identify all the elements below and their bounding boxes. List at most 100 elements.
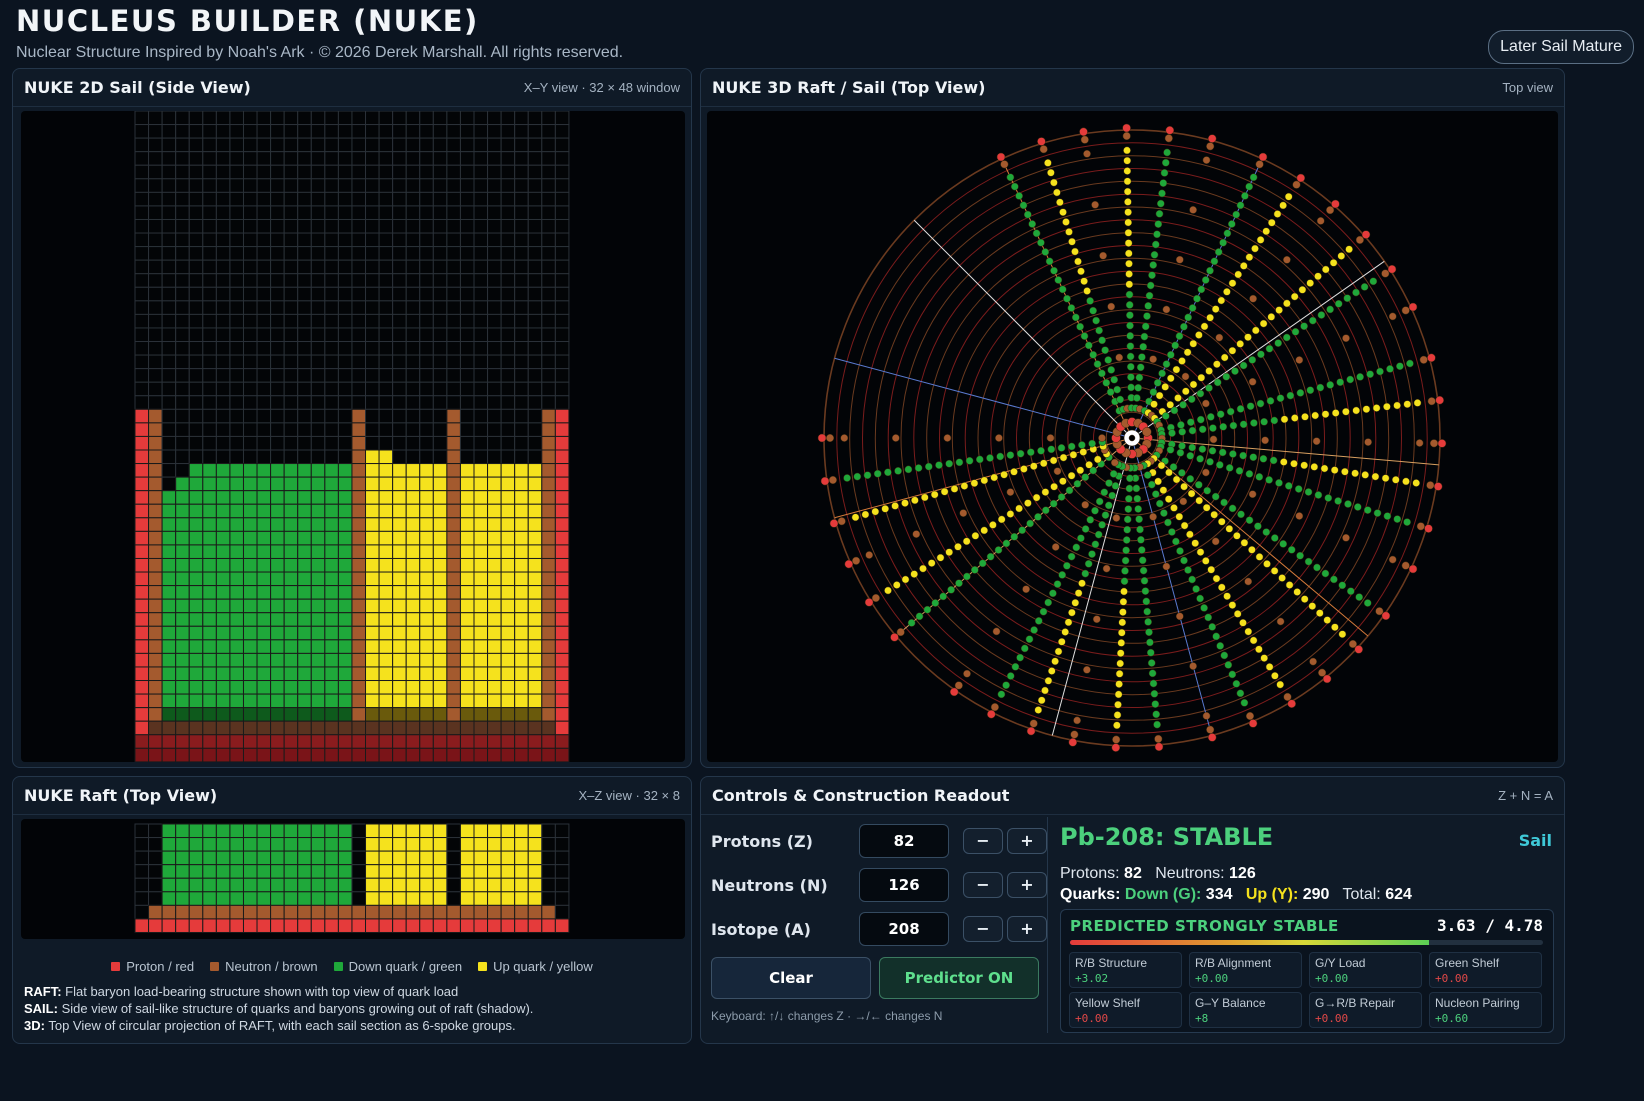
side-cell bbox=[188, 517, 204, 532]
side-cell bbox=[148, 259, 163, 275]
side-cell bbox=[310, 693, 326, 709]
side-cell bbox=[134, 368, 150, 383]
raft-cell bbox=[202, 837, 217, 852]
quark-dot bbox=[1124, 218, 1133, 227]
side-cell bbox=[419, 246, 434, 261]
isotope-increment-button[interactable]: + bbox=[1007, 916, 1047, 942]
side-cell bbox=[310, 327, 326, 343]
side-cell bbox=[229, 693, 244, 709]
side-cell bbox=[459, 476, 475, 492]
side-cell bbox=[310, 544, 326, 559]
side-cell bbox=[134, 463, 150, 478]
neutrons-increment-button[interactable]: + bbox=[1007, 872, 1047, 898]
side-cell bbox=[405, 259, 421, 275]
side-cell bbox=[473, 476, 489, 492]
side-cell bbox=[351, 422, 367, 437]
neutrons-input[interactable] bbox=[859, 868, 949, 902]
raft-cell bbox=[242, 891, 258, 906]
raft-canvas[interactable] bbox=[21, 819, 685, 939]
protons-input[interactable] bbox=[859, 824, 949, 858]
quark-dot bbox=[1228, 504, 1237, 513]
side-cell bbox=[310, 449, 326, 465]
predictor-toggle-button[interactable]: Predictor ON bbox=[879, 957, 1039, 999]
quark-dot bbox=[1126, 362, 1135, 371]
side-cell bbox=[202, 557, 217, 573]
quark-dot bbox=[912, 530, 921, 538]
quark-dot bbox=[1054, 647, 1063, 656]
quarks-label: Quarks: bbox=[1060, 886, 1121, 903]
quark-dot bbox=[1406, 359, 1414, 368]
quark-dot bbox=[1183, 348, 1192, 357]
side-cell bbox=[283, 734, 299, 749]
quark-dot bbox=[1106, 388, 1115, 396]
quark-dot bbox=[1187, 395, 1196, 404]
raft-cell bbox=[175, 891, 190, 906]
raft-cell bbox=[310, 891, 326, 906]
quark-dot bbox=[1049, 589, 1057, 598]
side-cell bbox=[554, 490, 570, 505]
top-3d-canvas[interactable] bbox=[707, 111, 1558, 762]
side-cell bbox=[527, 449, 543, 465]
raft-cell bbox=[541, 864, 556, 879]
neutron-dot bbox=[825, 433, 835, 443]
side-cell bbox=[378, 734, 394, 749]
side-cell bbox=[446, 408, 461, 424]
side-cell bbox=[554, 191, 570, 207]
quark-dot bbox=[1172, 475, 1181, 484]
side-cell bbox=[229, 449, 244, 465]
side-cell bbox=[473, 490, 489, 505]
side-cell bbox=[500, 178, 516, 193]
side-cell bbox=[405, 151, 421, 166]
legend: Proton / red Neutron / brown Down quark … bbox=[13, 959, 691, 974]
side-cell bbox=[554, 557, 570, 573]
isotope-decrement-button[interactable]: − bbox=[963, 916, 1003, 942]
side-cell bbox=[310, 273, 326, 288]
raft-cell bbox=[337, 891, 353, 906]
mode-button[interactable]: Later Sail Mature bbox=[1488, 30, 1634, 64]
side-cell bbox=[500, 151, 516, 166]
quark-dot bbox=[1236, 340, 1245, 348]
quark-dot bbox=[1047, 445, 1056, 454]
isotope-input[interactable] bbox=[859, 912, 949, 946]
quark-dot bbox=[1120, 577, 1129, 586]
quark-dot bbox=[1196, 415, 1205, 424]
quark-dot bbox=[1376, 367, 1384, 376]
quark-dot bbox=[1077, 267, 1085, 276]
side-cell bbox=[405, 313, 421, 329]
side-cell bbox=[392, 585, 407, 600]
side-cell bbox=[175, 693, 190, 709]
side-cell bbox=[473, 354, 489, 370]
neutrons-decrement-button[interactable]: − bbox=[963, 872, 1003, 898]
side-cell bbox=[432, 598, 448, 614]
side-cell bbox=[188, 720, 204, 736]
side-cell bbox=[541, 720, 556, 736]
side-cell bbox=[297, 313, 312, 329]
protons-increment-button[interactable]: + bbox=[1007, 828, 1047, 854]
side-cell bbox=[202, 666, 217, 682]
quark-dot bbox=[861, 510, 870, 519]
side-cell bbox=[365, 476, 380, 492]
side-cell bbox=[215, 449, 231, 465]
side-cell bbox=[161, 585, 177, 600]
side-cell bbox=[283, 585, 299, 600]
side-cell bbox=[188, 111, 204, 126]
side-cell bbox=[446, 530, 461, 546]
raft-cell bbox=[446, 864, 461, 879]
side-cell bbox=[175, 449, 190, 465]
side-view-canvas[interactable] bbox=[21, 111, 685, 762]
side-cell bbox=[256, 368, 272, 383]
side-cell bbox=[148, 463, 163, 478]
side-cell bbox=[432, 368, 448, 383]
side-cell bbox=[432, 625, 448, 641]
protons-decrement-button[interactable]: − bbox=[963, 828, 1003, 854]
quark-dot bbox=[1080, 277, 1088, 286]
quark-dot bbox=[1098, 336, 1106, 345]
raft-cell bbox=[324, 904, 339, 920]
raft-cell bbox=[310, 823, 326, 839]
side-cell bbox=[337, 544, 353, 559]
side-cell bbox=[351, 178, 367, 193]
clear-button[interactable]: Clear bbox=[711, 957, 871, 999]
raft-cell bbox=[351, 877, 367, 893]
quark-dot bbox=[970, 479, 979, 488]
quark-dot bbox=[865, 551, 874, 559]
